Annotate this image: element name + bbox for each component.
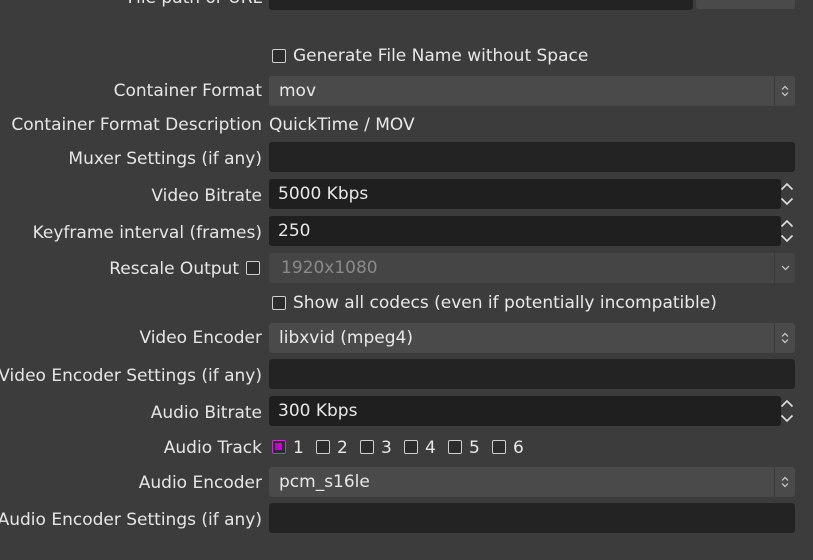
container-format-description-value: QuickTime / MOV bbox=[269, 115, 415, 135]
chevron-down-icon[interactable] bbox=[779, 194, 795, 209]
audio-track-6-checkbox[interactable] bbox=[492, 440, 506, 454]
rescale-output-checkbox[interactable] bbox=[246, 261, 260, 275]
video-bitrate-stepper[interactable] bbox=[779, 179, 795, 209]
show-all-codecs-label: Show all codecs (even if potentially inc… bbox=[293, 293, 717, 313]
audio-track-1-checkbox[interactable] bbox=[272, 440, 286, 454]
video-bitrate-value: 5000 Kbps bbox=[278, 184, 369, 204]
chevron-up-icon[interactable] bbox=[779, 396, 795, 411]
audio-track-4-checkbox[interactable] bbox=[404, 440, 418, 454]
video-bitrate-label: Video Bitrate bbox=[151, 186, 262, 206]
browse-button[interactable] bbox=[696, 0, 795, 9]
audio-bitrate-spinbox[interactable]: 300 Kbps bbox=[269, 396, 781, 426]
updown-chevron-icon bbox=[774, 467, 795, 497]
audio-track-2-checkbox[interactable] bbox=[316, 440, 330, 454]
rescale-output-label: Rescale Output bbox=[109, 259, 239, 279]
rescale-output-select[interactable]: 1920x1080 bbox=[269, 253, 795, 283]
video-encoder-label: Video Encoder bbox=[139, 328, 262, 348]
file-path-input[interactable] bbox=[269, 0, 693, 10]
keyframe-interval-stepper[interactable] bbox=[779, 216, 795, 246]
generate-filename-checkbox[interactable] bbox=[272, 49, 286, 63]
container-format-label: Container Format bbox=[113, 81, 262, 101]
video-encoder-settings-input[interactable] bbox=[269, 359, 795, 389]
container-format-description-label: Container Format Description bbox=[11, 115, 262, 135]
video-encoder-value: libxvid (mpeg4) bbox=[279, 328, 413, 348]
updown-chevron-icon bbox=[774, 76, 795, 106]
audio-track-3-checkbox[interactable] bbox=[360, 440, 374, 454]
file-path-label: File path or URL bbox=[128, 0, 262, 9]
keyframe-interval-spinbox[interactable]: 250 bbox=[269, 216, 781, 246]
audio-encoder-settings-input[interactable] bbox=[269, 503, 795, 533]
audio-track-3-label: 3 bbox=[381, 438, 392, 458]
chevron-down-icon bbox=[774, 253, 795, 283]
audio-track-1-label: 1 bbox=[293, 438, 304, 458]
generate-filename-label: Generate File Name without Space bbox=[293, 46, 589, 66]
container-format-value: mov bbox=[279, 81, 317, 101]
video-encoder-settings-label: Video Encoder Settings (if any) bbox=[0, 366, 262, 386]
audio-track-5-checkbox[interactable] bbox=[448, 440, 462, 454]
show-all-codecs-checkbox[interactable] bbox=[272, 296, 286, 310]
chevron-up-icon[interactable] bbox=[779, 216, 795, 231]
audio-bitrate-label: Audio Bitrate bbox=[150, 403, 262, 423]
audio-encoder-value: pcm_s16le bbox=[279, 472, 370, 492]
updown-chevron-icon bbox=[774, 323, 795, 353]
video-encoder-select[interactable]: libxvid (mpeg4) bbox=[269, 323, 795, 353]
container-format-select[interactable]: mov bbox=[269, 76, 795, 106]
keyframe-interval-label: Keyframe interval (frames) bbox=[32, 223, 262, 243]
rescale-output-value: 1920x1080 bbox=[281, 258, 378, 278]
audio-encoder-label: Audio Encoder bbox=[138, 473, 262, 493]
audio-encoder-select[interactable]: pcm_s16le bbox=[269, 467, 795, 497]
audio-track-6-label: 6 bbox=[513, 438, 524, 458]
audio-bitrate-value: 300 Kbps bbox=[278, 401, 358, 421]
audio-encoder-settings-label: Audio Encoder Settings (if any) bbox=[0, 510, 262, 530]
video-bitrate-spinbox[interactable]: 5000 Kbps bbox=[269, 179, 781, 209]
audio-bitrate-stepper[interactable] bbox=[779, 396, 795, 426]
chevron-up-icon[interactable] bbox=[779, 179, 795, 194]
keyframe-interval-value: 250 bbox=[278, 221, 311, 241]
muxer-settings-label: Muxer Settings (if any) bbox=[68, 149, 262, 169]
audio-track-label: Audio Track bbox=[163, 438, 262, 458]
audio-track-4-label: 4 bbox=[425, 438, 436, 458]
chevron-down-icon[interactable] bbox=[779, 231, 795, 246]
audio-track-2-label: 2 bbox=[337, 438, 348, 458]
chevron-down-icon[interactable] bbox=[779, 411, 795, 426]
muxer-settings-input[interactable] bbox=[269, 142, 795, 172]
audio-track-5-label: 5 bbox=[469, 438, 480, 458]
